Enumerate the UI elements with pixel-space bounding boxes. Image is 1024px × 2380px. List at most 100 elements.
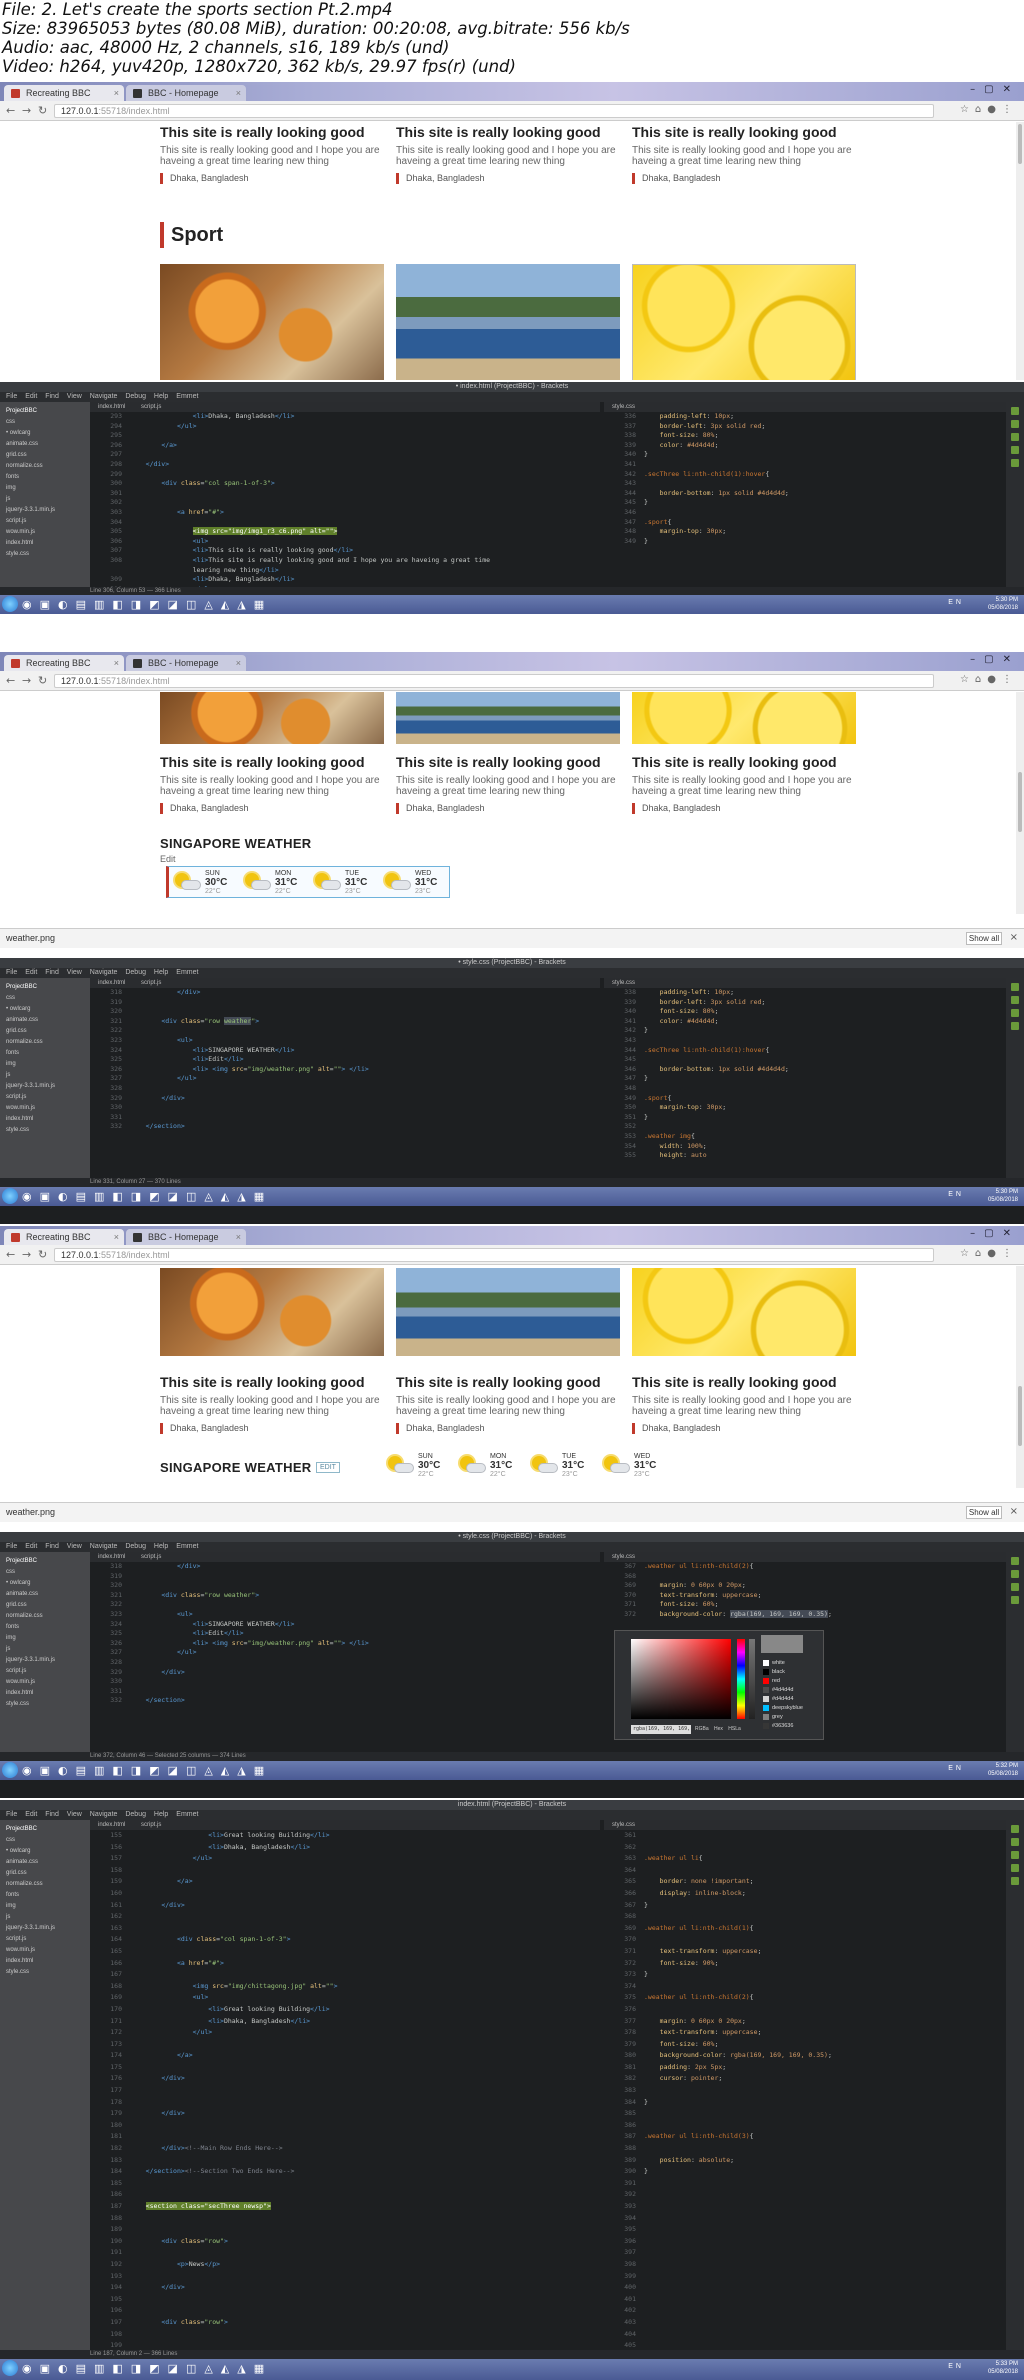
page-scrollbar[interactable] <box>1016 122 1024 380</box>
url-input[interactable]: 127.0.0.1:55718/index.html <box>54 674 934 688</box>
extension-icons[interactable]: ☆⌂●⋮ <box>960 674 1018 685</box>
html-code-pane[interactable]: index.html script.js 318 </div> 319 320 … <box>90 978 600 1178</box>
sport-card[interactable]: This site is really looking good This sit… <box>632 1374 857 1434</box>
extension-icons[interactable]: ☆⌂●⋮ <box>960 104 1018 115</box>
tab-recreating-bbc[interactable]: Recreating BBC × <box>4 85 124 101</box>
forward-icon[interactable]: → <box>22 1248 31 1261</box>
start-button[interactable] <box>2 2360 18 2376</box>
css-code-pane[interactable]: style.css 336 padding-left: 10px; 337 bo… <box>604 402 1006 587</box>
editor-menu-bar[interactable]: File Edit Find View Navigate Debug Help … <box>0 1810 1024 1820</box>
sport-card[interactable]: This site is really looking good This sit… <box>396 1374 621 1434</box>
forward-icon[interactable]: → <box>22 674 31 687</box>
weather-day: SUN 30°C 22°C <box>171 870 231 896</box>
sport-image-lake[interactable] <box>396 1268 620 1356</box>
article-card[interactable]: This site is really looking good This sit… <box>396 124 621 184</box>
extension-icons[interactable]: ☆⌂●⋮ <box>960 1248 1018 1259</box>
tab-recreating-bbc[interactable]: Recreating BBC × <box>4 1229 124 1245</box>
back-icon[interactable]: ← <box>6 674 15 687</box>
tab-recreating-bbc[interactable]: Recreating BBC × <box>4 655 124 671</box>
html-code-pane[interactable]: index.html script.js 318 </div> 319 320 … <box>90 1552 600 1752</box>
editor-menu-bar[interactable]: File Edit Find View Navigate Debug Help … <box>0 968 1024 978</box>
html-code-pane[interactable]: index.html script.js 155 <li>Great looki… <box>90 1820 600 2380</box>
show-all-button[interactable]: Show all <box>966 932 1002 945</box>
browser-window-2: Recreating BBC × BBC - Homepage × –▢✕ ← → … <box>0 652 1024 958</box>
editor-title-bar: • index.html (ProjectBBC) - Brackets <box>0 382 1024 392</box>
start-button[interactable] <box>2 1188 18 1204</box>
sport-image-oranges[interactable] <box>160 264 384 380</box>
color-mode-buttons[interactable]: RGBa Hex HSLa <box>695 1725 741 1734</box>
system-tray[interactable]: EN <box>948 599 964 606</box>
html-code-pane[interactable]: index.html script.js 293 <li>Dhaka, Bang… <box>90 402 600 593</box>
weather-edit-link[interactable]: Edit <box>160 854 176 864</box>
cloud-icon <box>321 880 341 890</box>
editor-right-toolbar[interactable] <box>1006 1820 1024 2350</box>
editor-menu-bar[interactable]: File Edit Find View Navigate Debug Help … <box>0 392 1024 402</box>
css-code-pane[interactable]: style.css 338 padding-left: 10px; 339 bo… <box>604 978 1006 1178</box>
close-tab-icon[interactable]: × <box>236 85 241 101</box>
window-controls[interactable]: –▢✕ <box>970 84 1020 95</box>
close-tab-icon[interactable]: × <box>114 85 119 101</box>
close-icon[interactable]: × <box>1010 932 1018 943</box>
start-button[interactable] <box>2 1762 18 1778</box>
back-icon[interactable]: ← <box>6 1248 15 1261</box>
sport-image-oranges[interactable] <box>160 1268 384 1356</box>
sport-image-lake[interactable] <box>396 264 620 380</box>
window-controls[interactable]: –▢✕ <box>970 654 1020 665</box>
taskbar-app-icons[interactable]: ◉▣◐▤▥◧◨◩◪◫◬◭◮▦ <box>22 2361 272 2376</box>
system-tray[interactable]: EN <box>948 1191 964 1198</box>
sport-card[interactable]: This site is really looking good This sit… <box>160 754 385 814</box>
article-card[interactable]: This site is really looking good This sit… <box>632 124 857 184</box>
start-button[interactable] <box>2 596 18 612</box>
saturation-area[interactable] <box>631 1639 731 1719</box>
css-code-pane[interactable]: style.css 367 .weather ul li:nth-child(2)… <box>604 1552 1006 1752</box>
system-tray[interactable]: EN <box>948 2363 964 2370</box>
css-code-pane[interactable]: style.css 361 362 363 .weather ul li{ 364… <box>604 1820 1006 2380</box>
sport-card[interactable]: This site is really looking good This sit… <box>396 754 621 814</box>
tab-bbc-homepage[interactable]: BBC - Homepage × <box>126 85 246 101</box>
taskbar-app-icons[interactable]: ◉▣◐▤▥◧◨◩◪◫◬◭◮▦ <box>22 597 272 612</box>
reload-icon[interactable]: ↻ <box>38 104 47 117</box>
sport-image-lemons[interactable] <box>632 1268 856 1356</box>
weather-edit-badge[interactable]: EDIT <box>316 1462 340 1473</box>
color-picker[interactable]: white black red #4d4d4d #d4d4d4 deepskyb… <box>614 1630 824 1741</box>
weather-widget[interactable]: SUN 30°C 22°C MON 31°C 22°C TUE 31°C 23°C WED 3… <box>166 866 450 898</box>
project-sidebar[interactable]: ProjectBBC css • owlcarg animate.css gri… <box>0 978 90 1178</box>
download-item[interactable]: weather.png <box>6 1507 55 1517</box>
page-scrollbar[interactable] <box>1016 1266 1024 1488</box>
project-sidebar[interactable]: ProjectBBC css • owlcarg animate.css gri… <box>0 1820 90 2350</box>
sport-image-lemons[interactable] <box>632 692 856 744</box>
taskbar-app-icons[interactable]: ◉▣◐▤▥◧◨◩◪◫◬◭◮▦ <box>22 1763 272 1778</box>
sport-image-lemons[interactable] <box>632 264 856 380</box>
alpha-slider[interactable] <box>749 1639 755 1719</box>
swatch-list[interactable]: white black red #4d4d4d #d4d4d4 deepskyb… <box>763 1659 803 1731</box>
tab-bbc-homepage[interactable]: BBC - Homepage × <box>126 655 246 671</box>
url-input[interactable]: 127.0.0.1:55718/index.html <box>54 1248 934 1262</box>
color-value-input[interactable]: rgba(169, 169, 169, 0.35) <box>631 1725 691 1741</box>
project-sidebar[interactable]: ProjectBBC css • owlcarg animate.css gri… <box>0 402 90 587</box>
window-controls[interactable]: –▢✕ <box>970 1228 1020 1239</box>
download-item[interactable]: weather.png <box>6 933 55 943</box>
sport-card[interactable]: This site is really looking good This sit… <box>160 1374 385 1434</box>
editor-right-toolbar[interactable] <box>1006 1552 1024 1752</box>
page-scrollbar[interactable] <box>1016 692 1024 914</box>
hue-slider[interactable] <box>737 1639 745 1719</box>
url-input[interactable]: 127.0.0.1:55718/index.html <box>54 104 934 118</box>
editor-menu-bar[interactable]: File Edit Find View Navigate Debug Help … <box>0 1542 1024 1552</box>
reload-icon[interactable]: ↻ <box>38 1248 47 1261</box>
project-sidebar[interactable]: ProjectBBC css • owlcarg animate.css gri… <box>0 1552 90 1752</box>
taskbar-app-icons[interactable]: ◉▣◐▤▥◧◨◩◪◫◬◭◮▦ <box>22 1189 272 1204</box>
editor-right-toolbar[interactable] <box>1006 978 1024 1178</box>
system-tray[interactable]: EN <box>948 1765 964 1772</box>
sport-card[interactable]: This site is really looking good This sit… <box>632 754 857 814</box>
forward-icon[interactable]: → <box>22 104 31 117</box>
reload-icon[interactable]: ↻ <box>38 674 47 687</box>
article-card[interactable]: This site is really looking good This sit… <box>160 124 385 184</box>
back-icon[interactable]: ← <box>6 104 15 117</box>
sport-image-oranges[interactable] <box>160 692 384 744</box>
sport-image-lake[interactable] <box>396 692 620 744</box>
tab-bbc-homepage[interactable]: BBC - Homepage × <box>126 1229 246 1245</box>
weather-widget[interactable]: SUN 30°C 22°C MON 31°C 22°C TUE 31°C 23°C WED 3… <box>384 1450 684 1480</box>
editor-right-toolbar[interactable] <box>1006 402 1024 587</box>
close-icon[interactable]: × <box>1010 1506 1018 1517</box>
show-all-button[interactable]: Show all <box>966 1506 1002 1519</box>
